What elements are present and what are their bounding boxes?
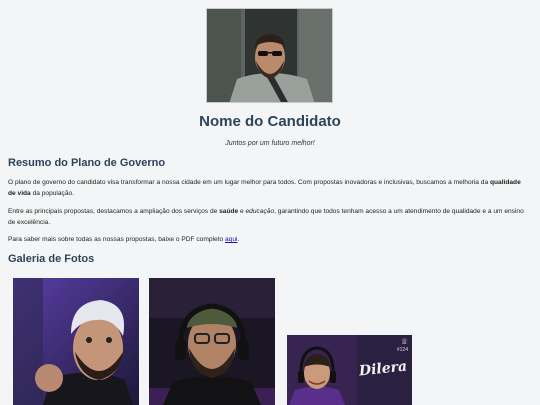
- gallery-photo-1[interactable]: [13, 278, 139, 405]
- plan-p3-text-a: Para saber mais sobre todas as nossas pr…: [8, 236, 225, 243]
- gallery-photo-2[interactable]: [149, 278, 275, 405]
- plan-p2-italic: educação: [245, 208, 275, 215]
- candidate-name: Nome do Candidato: [199, 113, 341, 130]
- plan-p1-text-b: da população.: [30, 189, 74, 197]
- photo-3-badge: #124: [396, 347, 408, 353]
- plan-p2-text-mid: e: [238, 208, 246, 215]
- candidate-photo-image: [207, 9, 332, 102]
- gallery-heading: Galeria de Fotos: [8, 253, 95, 265]
- candidate-slogan: Juntos por um futuro melhor!: [225, 140, 315, 147]
- plan-paragraph-2: Entre as principais propostas, destacamo…: [8, 207, 528, 228]
- plan-paragraph-1: O plano de governo do candidato visa tra…: [8, 178, 528, 199]
- plan-p2-bold: saúde: [219, 208, 239, 215]
- pdf-download-link[interactable]: aqui: [225, 236, 237, 243]
- plan-heading: Resumo do Plano de Governo: [8, 157, 166, 169]
- plan-p1-text-a: O plano de governo do candidato visa tra…: [8, 179, 490, 186]
- gallery-photo-2-image: [149, 278, 275, 405]
- plan-p2-text-a: Entre as principais propostas, destacamo…: [8, 208, 220, 215]
- plan-paragraph-3: Para saber mais sobre todas as nossas pr…: [8, 235, 528, 246]
- plan-p3-text-b: .: [237, 236, 240, 243]
- crown-icon: ♕: [400, 337, 408, 346]
- gallery-photo-1-image: [13, 278, 139, 405]
- candidate-photo: [206, 8, 333, 103]
- gallery-photo-3[interactable]: Dilera #124 ♕: [287, 335, 412, 405]
